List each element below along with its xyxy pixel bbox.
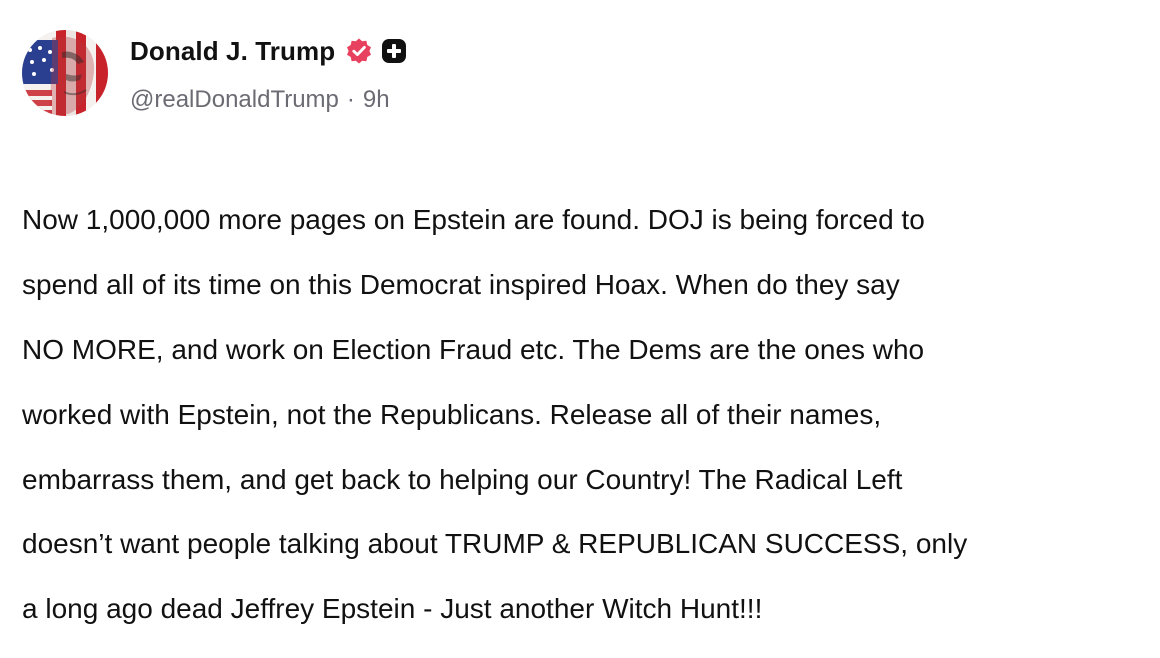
post-line: embarrass them, and get back to helping … xyxy=(22,463,903,495)
author-meta: Donald J. Trump @realDonaldTrump · 9h xyxy=(130,36,407,114)
plus-badge-icon xyxy=(381,38,407,64)
post-card: Donald J. Trump @realDonaldTrump · 9h No… xyxy=(0,0,1160,624)
post-body: Now 1,000,000 more pages on Epstein are … xyxy=(22,172,1147,658)
name-row: Donald J. Trump xyxy=(130,36,407,66)
post-line: Now 1,000,000 more pages on Epstein are … xyxy=(22,204,925,236)
post-line: a long ago dead Jeffrey Epstein - Just a… xyxy=(22,593,763,625)
post-header: Donald J. Trump @realDonaldTrump · 9h xyxy=(22,30,407,116)
post-line: doesn’t want people talking about TRUMP … xyxy=(22,528,968,560)
post-line: worked with Epstein, not the Republicans… xyxy=(22,398,882,430)
post-line: spend all of its time on this Democrat i… xyxy=(22,269,900,301)
avatar-image xyxy=(22,30,108,116)
handle-row: @realDonaldTrump · 9h xyxy=(130,86,407,114)
post-line: NO MORE, and work on Election Fraud etc.… xyxy=(22,334,925,366)
verified-badge-icon xyxy=(345,37,373,65)
post-timestamp[interactable]: 9h xyxy=(363,86,390,114)
user-handle[interactable]: @realDonaldTrump xyxy=(130,86,339,114)
separator-dot: · xyxy=(346,86,355,113)
display-name[interactable]: Donald J. Trump xyxy=(130,36,335,67)
avatar[interactable] xyxy=(22,30,108,116)
